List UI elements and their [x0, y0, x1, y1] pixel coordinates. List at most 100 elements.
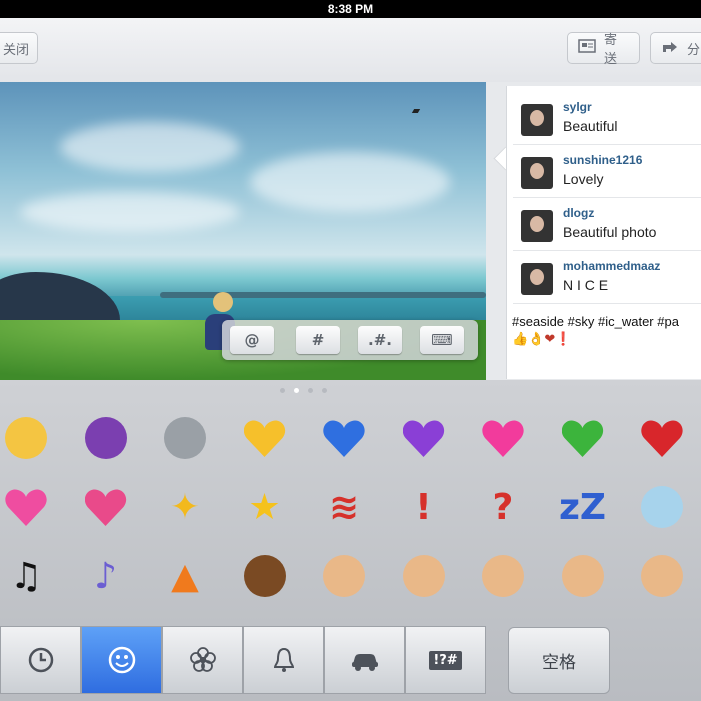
space-label: 空格 — [542, 653, 576, 673]
comment-user[interactable]: sunshine1216 — [563, 153, 642, 167]
heart-with-arrow-glyph — [85, 488, 127, 526]
comment-user[interactable]: dlogz — [563, 206, 594, 220]
fist-emoji[interactable] — [553, 546, 613, 606]
comment-item[interactable]: mohammedmaaz N I C E — [513, 251, 701, 304]
symbols-label: !?# — [429, 650, 462, 670]
comment-text: Lovely — [563, 171, 604, 187]
smiling-imp-glyph — [84, 417, 127, 459]
comment-text: Beautiful photo — [563, 224, 657, 240]
sparkles-emoji[interactable]: ✦ — [155, 477, 215, 537]
yellow-heart-glyph — [244, 419, 286, 457]
purple-heart-emoji[interactable] — [394, 408, 454, 468]
car-icon[interactable] — [324, 626, 405, 694]
at-key[interactable]: @ — [230, 326, 274, 354]
blue-heart-glyph — [323, 419, 365, 457]
comment-text: N I C E — [563, 277, 609, 293]
star-glyph: ★ — [248, 486, 281, 528]
fire-glyph: ▲ — [171, 555, 199, 597]
pile-of-poo-glyph — [243, 555, 286, 597]
musical-note-glyph: ♪ — [94, 555, 117, 597]
caption-input[interactable]: #seaside #sky #ic_water #pa — [512, 314, 701, 329]
sparkles-glyph: ✦ — [169, 486, 201, 528]
star-emoji[interactable]: ★ — [235, 477, 295, 537]
alien-glyph — [164, 417, 206, 459]
yellow-heart-emoji[interactable] — [235, 408, 295, 468]
top-toolbar: 关闭 寄送 分 — [0, 18, 701, 82]
page-dot-active — [294, 388, 299, 393]
musical-notes-glyph: ♫ — [9, 555, 43, 597]
hash-key[interactable]: # — [296, 326, 340, 354]
page-dot — [280, 388, 285, 393]
heart-with-arrow-emoji[interactable] — [76, 477, 136, 537]
pink-heart-glyph — [482, 419, 524, 457]
avatar — [521, 157, 553, 189]
share-label: 分 — [687, 42, 701, 58]
dash-glyph — [641, 486, 683, 528]
avatar — [521, 263, 553, 295]
sparkling-heart-emoji[interactable] — [0, 477, 56, 537]
fire-emoji[interactable]: ▲ — [155, 546, 215, 606]
comment-user[interactable]: mohammedmaaz — [563, 259, 660, 273]
zzz-glyph: zZ — [558, 486, 607, 528]
keyboard-icon[interactable]: ⌨ — [420, 326, 464, 354]
ok-hand-emoji[interactable] — [473, 546, 533, 606]
pile-of-poo-emoji[interactable] — [235, 546, 295, 606]
sparkling-heart-glyph — [5, 488, 47, 526]
share-button[interactable]: 分 — [650, 32, 701, 64]
green-heart-emoji[interactable] — [553, 408, 613, 468]
pink-heart-emoji[interactable] — [473, 408, 533, 468]
alien-emoji[interactable] — [155, 408, 215, 468]
exclamation-emoji[interactable]: ! — [394, 477, 454, 537]
face-with-mask-glyph — [5, 417, 47, 459]
red-heart-glyph — [641, 419, 683, 457]
page-indicator[interactable] — [280, 388, 327, 393]
flower-icon[interactable] — [162, 626, 243, 694]
exclamation-glyph: ! — [415, 486, 432, 528]
raised-fist-emoji[interactable] — [632, 546, 692, 606]
close-button[interactable]: 关闭 — [0, 32, 38, 64]
category-bar: !?# — [0, 626, 486, 694]
face-with-mask-emoji[interactable] — [0, 408, 56, 468]
smiley-face-icon[interactable] — [81, 626, 162, 694]
zzz-emoji[interactable]: zZ — [553, 477, 613, 537]
send-icon — [578, 39, 596, 57]
page-dot — [308, 388, 313, 393]
send-button[interactable]: 寄送 — [567, 32, 640, 67]
red-heart-emoji[interactable] — [632, 408, 692, 468]
page-dot — [322, 388, 327, 393]
purple-heart-glyph — [403, 419, 445, 457]
status-time: 8:38 PM — [327, 2, 374, 16]
bird — [411, 109, 421, 113]
musical-note-emoji[interactable]: ♪ — [76, 546, 136, 606]
dash-emoji[interactable] — [632, 477, 692, 537]
avatar — [521, 104, 553, 136]
question-emoji[interactable]: ? — [473, 477, 533, 537]
symbol-bar: @ # .#. ⌨ — [222, 320, 478, 360]
thumbs-up-emoji[interactable] — [314, 546, 374, 606]
symbols-icon[interactable]: !?# — [405, 626, 486, 694]
dot-hash-key[interactable]: .#. — [358, 326, 402, 354]
comment-text: Beautiful — [563, 118, 618, 134]
fist-glyph — [561, 555, 604, 597]
bell-icon[interactable] — [243, 626, 324, 694]
comment-item[interactable]: dlogz Beautiful photo — [513, 198, 701, 251]
avatar — [521, 210, 553, 242]
thumbs-up-glyph — [323, 555, 365, 597]
anger-symbol-glyph: ≋ — [328, 486, 360, 528]
close-label: 关闭 — [2, 42, 29, 58]
comment-item[interactable]: sylgr Beautiful — [513, 92, 701, 145]
space-button[interactable]: 空格 — [508, 627, 610, 694]
anger-symbol-emoji[interactable]: ≋ — [314, 477, 374, 537]
status-bar: 8:38 PM — [0, 0, 701, 18]
green-heart-glyph — [562, 419, 604, 457]
recent-clock-icon[interactable] — [0, 626, 81, 694]
share-icon — [661, 39, 679, 57]
ok-hand-glyph — [482, 555, 524, 597]
blue-heart-emoji[interactable] — [314, 408, 374, 468]
smiling-imp-emoji[interactable] — [76, 408, 136, 468]
comment-item[interactable]: sunshine1216 Lovely — [513, 145, 701, 198]
musical-notes-emoji[interactable]: ♫ — [0, 546, 56, 606]
thumbs-down-emoji[interactable] — [394, 546, 454, 606]
send-label: 寄送 — [604, 33, 618, 67]
comment-user[interactable]: sylgr — [563, 100, 592, 114]
